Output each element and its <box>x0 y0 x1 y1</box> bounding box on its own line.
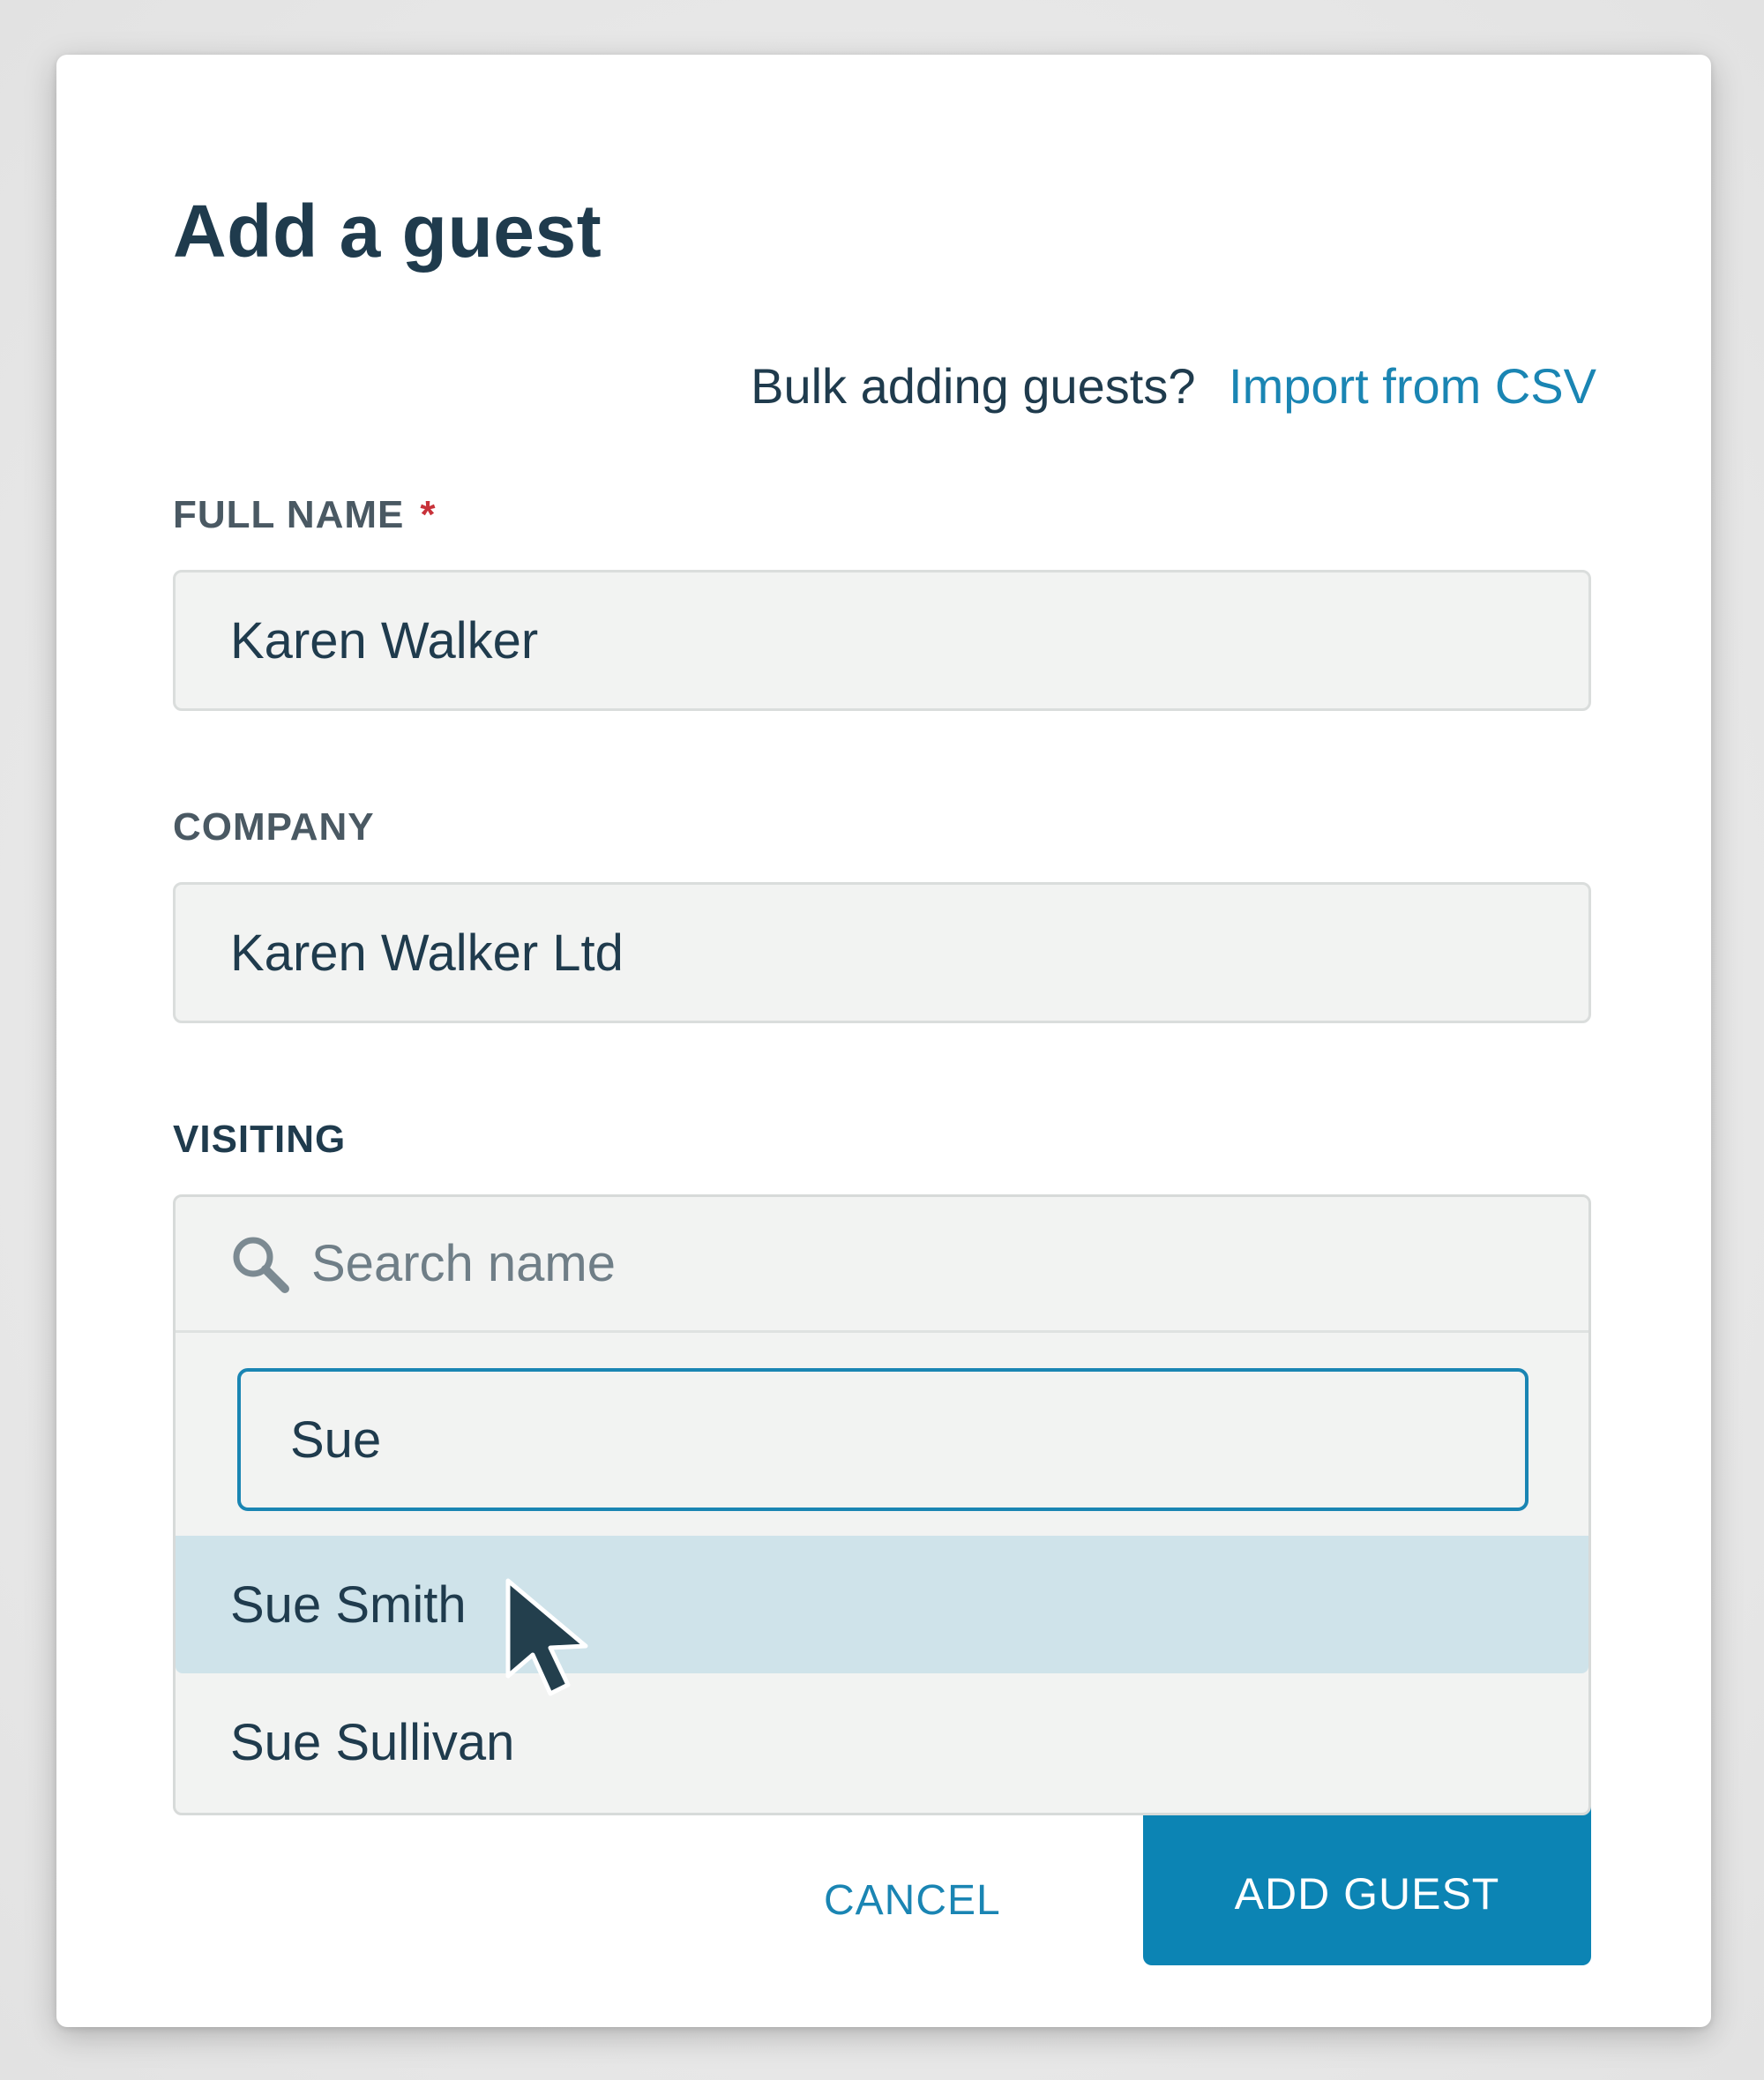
company-value: Karen Walker Ltd <box>230 924 624 982</box>
visiting-label: VISITING <box>173 1118 347 1161</box>
search-placeholder: Search name <box>311 1235 616 1292</box>
visiting-dropdown: Search name Sue Sue Smith Sue Sullivan <box>173 1194 1591 1815</box>
full-name-label: FULL NAME * <box>173 496 437 535</box>
add-guest-button-label: ADD GUEST <box>1234 1869 1500 1919</box>
mouse-pointer-icon <box>501 1575 598 1699</box>
bulk-import-row: Bulk adding guests? Import from CSV <box>751 355 1596 419</box>
required-marker: * <box>420 493 437 536</box>
add-guest-dialog: Add a guest Bulk adding guests? Import f… <box>56 55 1711 2027</box>
visiting-search-row[interactable]: Search name <box>176 1197 1588 1333</box>
visiting-option-sue-smith[interactable]: Sue Smith <box>176 1536 1588 1673</box>
cancel-button[interactable]: CANCEL <box>824 1856 1001 1944</box>
full-name-label-text: FULL NAME <box>173 493 405 536</box>
visiting-query-input[interactable]: Sue <box>237 1368 1529 1511</box>
company-label: COMPANY <box>173 805 375 849</box>
full-name-input[interactable]: Karen Walker <box>173 570 1591 711</box>
search-icon <box>228 1232 292 1296</box>
visiting-option-sue-sullivan[interactable]: Sue Sullivan <box>176 1673 1588 1811</box>
bulk-import-prompt: Bulk adding guests? <box>751 358 1196 414</box>
option-label: Sue Sullivan <box>230 1713 515 1771</box>
full-name-value: Karen Walker <box>230 611 539 670</box>
company-input[interactable]: Karen Walker Ltd <box>173 882 1591 1023</box>
option-label: Sue Smith <box>230 1575 467 1634</box>
visiting-query-value: Sue <box>290 1410 382 1469</box>
dialog-title: Add a guest <box>173 190 602 273</box>
import-csv-link[interactable]: Import from CSV <box>1229 358 1596 414</box>
